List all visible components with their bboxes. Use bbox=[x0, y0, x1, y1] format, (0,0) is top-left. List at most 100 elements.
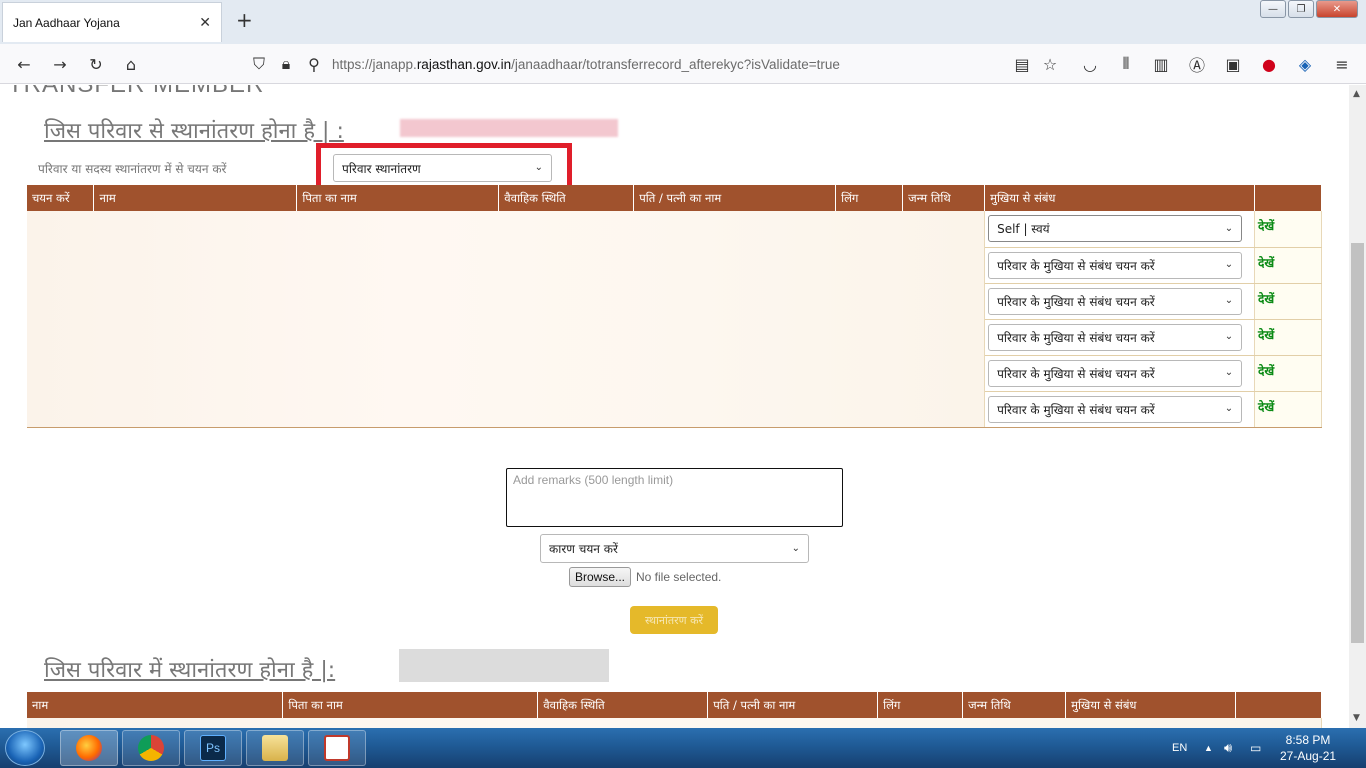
url-prefix: https://janapp. bbox=[332, 56, 417, 72]
chevron-down-icon: ⌄ bbox=[1224, 366, 1234, 378]
permissions-icon[interactable]: ⚲ bbox=[304, 54, 324, 74]
scroll-thumb[interactable] bbox=[1351, 243, 1364, 643]
scroll-up-icon[interactable]: ▲ bbox=[1353, 89, 1360, 99]
taskbar-pdf[interactable] bbox=[308, 730, 366, 766]
chevron-down-icon: ⌄ bbox=[791, 542, 800, 554]
extension-icon[interactable]: ▣ bbox=[1223, 54, 1243, 74]
forward-icon[interactable]: → bbox=[50, 54, 70, 74]
browse-button[interactable]: Browse... bbox=[569, 567, 631, 587]
new-tab-button[interactable]: + bbox=[236, 10, 253, 30]
reader-view-icon[interactable]: ▤ bbox=[1012, 54, 1032, 74]
chevron-down-icon: ⌄ bbox=[1224, 258, 1234, 270]
table-header-row: नाम पिता का नाम वैवाहिक स्थिति पति / पत्… bbox=[27, 692, 1322, 718]
firefox-icon bbox=[76, 735, 102, 761]
col-relation: मुखिया से संबंध bbox=[1065, 692, 1236, 718]
sidebar-icon[interactable]: ▥ bbox=[1151, 54, 1171, 74]
relation-cell: परिवार के मुखिया से संबंध चयन करें ⌄ bbox=[984, 247, 1255, 284]
chevron-down-icon: ⌄ bbox=[534, 161, 543, 173]
scroll-down-icon[interactable]: ▼ bbox=[1353, 713, 1360, 723]
relation-select[interactable]: परिवार के मुखिया से संबंध चयन करें ⌄ bbox=[988, 251, 1243, 279]
relation-select[interactable]: परिवार के मुखिया से संबंध चयन करें ⌄ bbox=[988, 395, 1243, 423]
relation-value: परिवार के मुखिया से संबंध चयन करें bbox=[997, 294, 1155, 309]
transfer-type-label: परिवार या सदस्य स्थानांतरण में से चयन कर… bbox=[38, 162, 227, 176]
remarks-textarea[interactable]: Add remarks (500 length limit) bbox=[506, 468, 843, 527]
translate-extension-icon[interactable]: ◈ bbox=[1295, 54, 1315, 74]
language-indicator[interactable]: EN bbox=[1172, 728, 1187, 768]
table-header-row: चयन करें नाम पिता का नाम वैवाहिक स्थिति … bbox=[27, 185, 1323, 211]
view-cell: देखें bbox=[1254, 319, 1323, 356]
volume-icon[interactable]: 🔊︎ bbox=[1224, 728, 1232, 768]
transfer-type-select[interactable]: परिवार स्थानांतरण ⌄ bbox=[333, 154, 552, 182]
view-link[interactable]: देखें bbox=[1258, 290, 1274, 307]
col-view bbox=[1254, 185, 1323, 211]
view-link[interactable]: देखें bbox=[1258, 362, 1274, 379]
reason-select[interactable]: कारण चयन करें ⌄ bbox=[540, 534, 809, 563]
view-link[interactable]: देखें bbox=[1258, 398, 1274, 415]
relation-cell: परिवार के मुखिया से संबंध चयन करें ⌄ bbox=[984, 391, 1255, 428]
chevron-down-icon: ⌄ bbox=[1224, 402, 1234, 414]
pdf-reader-icon bbox=[324, 735, 350, 761]
taskbar-photoshop[interactable]: Ps bbox=[184, 730, 242, 766]
col-gender: लिंग bbox=[835, 185, 904, 211]
transfer-button[interactable]: स्थानांतरण करें bbox=[630, 606, 718, 634]
pinterest-icon[interactable]: ● bbox=[1259, 54, 1279, 74]
taskbar-explorer[interactable] bbox=[246, 730, 304, 766]
view-cell: देखें bbox=[1254, 391, 1323, 428]
chevron-down-icon: ⌄ bbox=[1224, 330, 1234, 342]
page-heading: TRANSFER MEMBER bbox=[8, 85, 264, 99]
view-cell: देखें bbox=[1254, 211, 1323, 248]
url-bar[interactable]: https://janapp. rajasthan.gov.in/janaadha… bbox=[332, 50, 1002, 78]
relation-value: Self | स्वयं bbox=[997, 222, 1050, 236]
system-clock[interactable]: 8:58 PM 27-Aug-21 bbox=[1280, 732, 1336, 764]
relation-select[interactable]: Self | स्वयं ⌄ bbox=[988, 215, 1243, 242]
clock-date: 27-Aug-21 bbox=[1280, 749, 1337, 763]
windows-start-icon[interactable] bbox=[5, 730, 45, 766]
relation-value: परिवार के मुखिया से संबंध चयन करें bbox=[997, 366, 1155, 381]
taskbar-chrome[interactable] bbox=[122, 730, 180, 766]
pocket-icon[interactable]: ◡ bbox=[1080, 54, 1100, 74]
relation-value: परिवार के मुखिया से संबंध चयन करें bbox=[997, 402, 1155, 417]
col-gender: लिंग bbox=[877, 692, 964, 718]
reason-value: कारण चयन करें bbox=[549, 542, 618, 556]
close-window-icon[interactable]: ✕ bbox=[1316, 0, 1358, 18]
reload-icon[interactable]: ↻ bbox=[86, 54, 106, 74]
view-link[interactable]: देखें bbox=[1258, 217, 1274, 234]
url-host: rajasthan.gov.in bbox=[416, 56, 512, 72]
tab-close-icon[interactable]: ✕ bbox=[199, 15, 211, 31]
col-name: नाम bbox=[93, 185, 298, 211]
minimize-icon[interactable]: — bbox=[1260, 0, 1286, 18]
lock-icon[interactable]: 🔒︎ bbox=[276, 54, 296, 74]
browser-tab[interactable]: Jan Aadhaar Yojana ✕ bbox=[2, 2, 222, 42]
relation-select[interactable]: परिवार के मुखिया से संबंध चयन करें ⌄ bbox=[988, 359, 1243, 387]
table-row: Self | स्वयं ⌄ देखें bbox=[27, 211, 1323, 428]
url-path: /janaadhaar/totransferrecord_afterekyc?i… bbox=[511, 56, 840, 72]
col-spouse-name: पति / पत्नी का नाम bbox=[633, 185, 837, 211]
view-link[interactable]: देखें bbox=[1258, 254, 1274, 271]
photoshop-icon: Ps bbox=[200, 735, 226, 761]
library-icon[interactable]: ⫴ bbox=[1116, 54, 1136, 74]
restore-icon[interactable]: ❐ bbox=[1288, 0, 1314, 18]
home-icon[interactable]: ⌂ bbox=[121, 54, 141, 74]
chrome-icon bbox=[138, 735, 164, 761]
relation-select[interactable]: परिवार के मुखिया से संबंध चयन करें ⌄ bbox=[988, 287, 1243, 315]
network-icon[interactable]: ▭ bbox=[1250, 728, 1261, 768]
back-icon[interactable]: ← bbox=[14, 54, 34, 74]
page-scrollbar[interactable]: ▲ ▼ bbox=[1349, 85, 1366, 728]
relation-cell: परिवार के मुखिया से संबंध चयन करें ⌄ bbox=[984, 283, 1255, 320]
relation-select[interactable]: परिवार के मुखिया से संबंध चयन करें ⌄ bbox=[988, 323, 1243, 351]
taskbar: Ps EN ▲ 🔊︎ ▭ 8:58 PM 27-Aug-21 bbox=[0, 728, 1366, 768]
shield-icon[interactable]: ⛉ bbox=[249, 54, 269, 74]
view-link[interactable]: देखें bbox=[1258, 326, 1274, 343]
account-icon[interactable]: Ⓐ bbox=[1187, 54, 1207, 75]
taskbar-firefox[interactable] bbox=[60, 730, 118, 766]
col-select: चयन करें bbox=[27, 185, 95, 211]
col-relation: मुखिया से संबंध bbox=[984, 185, 1255, 211]
redacted-target-family-id bbox=[399, 649, 609, 682]
browser-tabstrip: Jan Aadhaar Yojana ✕ + — ❐ ✕ bbox=[0, 0, 1366, 44]
to-family-table: नाम पिता का नाम वैवाहिक स्थिति पति / पत्… bbox=[27, 692, 1322, 728]
transfer-type-value: परिवार स्थानांतरण bbox=[342, 161, 421, 176]
tray-expand-icon[interactable]: ▲ bbox=[1204, 728, 1213, 768]
menu-icon[interactable]: ≡ bbox=[1332, 54, 1352, 74]
bookmark-star-icon[interactable]: ☆ bbox=[1040, 54, 1060, 74]
redacted-member-details bbox=[27, 718, 1322, 728]
